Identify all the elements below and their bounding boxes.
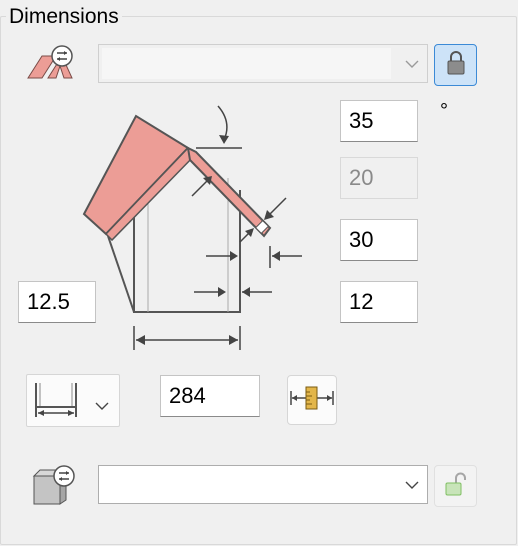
profile-dropdown[interactable] <box>98 44 428 83</box>
unlock-button[interactable] <box>434 465 477 507</box>
unlock-icon <box>443 471 469 502</box>
roof-section-diagram <box>78 100 308 356</box>
width-type-dropdown[interactable] <box>26 374 120 427</box>
roof-settings-icon <box>26 44 76 84</box>
left-offset-field[interactable]: 12.5 <box>18 281 96 323</box>
chevron-down-icon <box>95 397 109 415</box>
lock-button[interactable] <box>434 44 477 86</box>
material-dropdown[interactable] <box>98 465 428 504</box>
measure-button[interactable] <box>287 375 337 425</box>
degree-unit: ° <box>440 100 448 122</box>
thickness-field[interactable]: 30 <box>340 219 418 261</box>
chevron-down-icon <box>405 55 419 73</box>
chevron-down-icon <box>405 476 419 494</box>
box-settings-icon <box>30 464 76 506</box>
width-dimension-icon <box>33 381 79 424</box>
overhang-top-field[interactable]: 20 <box>340 157 418 199</box>
right-offset-field[interactable]: 12 <box>340 281 418 323</box>
profile-dropdown-inner <box>102 48 391 79</box>
width-field[interactable]: 284 <box>160 375 260 417</box>
lock-icon <box>445 50 467 81</box>
measure-tool-icon <box>289 385 335 416</box>
angle-field[interactable]: 35 <box>340 100 418 142</box>
group-title: Dimensions <box>6 4 122 30</box>
